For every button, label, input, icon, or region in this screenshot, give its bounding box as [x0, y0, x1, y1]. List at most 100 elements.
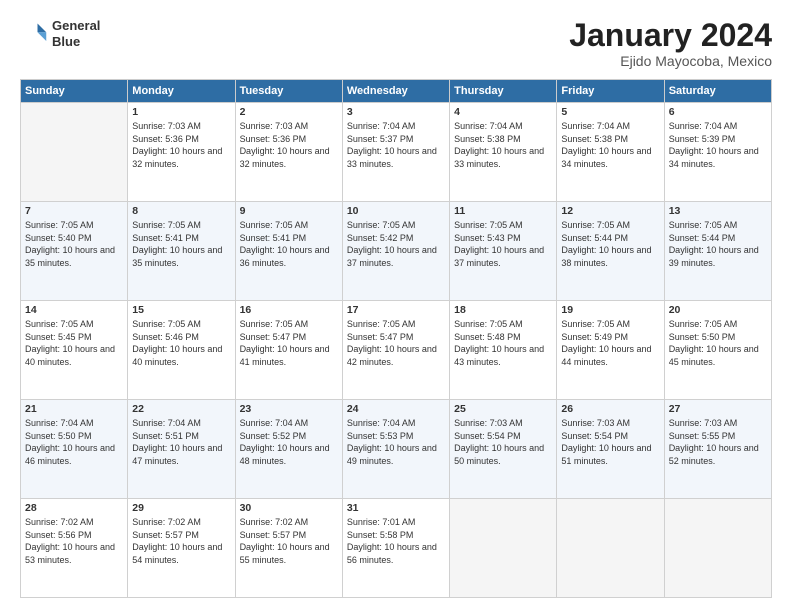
calendar-cell: 25 Sunrise: 7:03 AMSunset: 5:54 PMDayligh… [450, 400, 557, 499]
day-number: 24 [347, 403, 445, 415]
day-number: 10 [347, 205, 445, 217]
calendar-cell: 22 Sunrise: 7:04 AMSunset: 5:51 PMDayligh… [128, 400, 235, 499]
cell-info: Sunrise: 7:05 AMSunset: 5:41 PMDaylight:… [240, 219, 338, 269]
calendar-cell [664, 499, 771, 598]
cell-info: Sunrise: 7:05 AMSunset: 5:40 PMDaylight:… [25, 219, 123, 269]
calendar-cell: 9Sunrise: 7:05 AMSunset: 5:41 PMDaylight… [235, 202, 342, 301]
calendar-cell: 28 Sunrise: 7:02 AMSunset: 5:56 PMDayligh… [21, 499, 128, 598]
cell-info: Sunrise: 7:05 AMSunset: 5:45 PMDaylight:… [25, 318, 123, 368]
main-title: January 2024 [569, 18, 772, 53]
day-header-tuesday: Tuesday [235, 80, 342, 103]
cell-info: Sunrise: 7:03 AMSunset: 5:55 PMDaylight:… [669, 417, 767, 467]
day-number: 12 [561, 205, 659, 217]
cell-info: Sunrise: 7:05 AMSunset: 5:47 PMDaylight:… [347, 318, 445, 368]
day-number: 23 [240, 403, 338, 415]
day-number: 31 [347, 502, 445, 514]
cell-info: Sunrise: 7:02 AMSunset: 5:57 PMDaylight:… [240, 516, 338, 566]
cell-info: Sunrise: 7:04 AMSunset: 5:53 PMDaylight:… [347, 417, 445, 467]
calendar-table: SundayMondayTuesdayWednesdayThursdayFrid… [20, 79, 772, 598]
day-number: 11 [454, 205, 552, 217]
page: General Blue January 2024 Ejido Mayocoba… [0, 0, 792, 612]
day-number: 17 [347, 304, 445, 316]
calendar-cell: 23 Sunrise: 7:04 AMSunset: 5:52 PMDayligh… [235, 400, 342, 499]
week-row-2: 7 Sunrise: 7:05 AMSunset: 5:40 PMDaylight… [21, 202, 772, 301]
calendar-cell: 27 Sunrise: 7:03 AMSunset: 5:55 PMDayligh… [664, 400, 771, 499]
week-row-4: 21Sunrise: 7:04 AMSunset: 5:50 PMDayligh… [21, 400, 772, 499]
calendar-cell: 2Sunrise: 7:03 AMSunset: 5:36 PMDaylight… [235, 103, 342, 202]
cell-info: Sunrise: 7:02 AMSunset: 5:56 PMDaylight:… [25, 516, 123, 566]
calendar-cell: 5 Sunrise: 7:04 AMSunset: 5:38 PMDaylight… [557, 103, 664, 202]
day-number: 2 [240, 106, 338, 118]
header: General Blue January 2024 Ejido Mayocoba… [20, 18, 772, 69]
day-number: 14 [25, 304, 123, 316]
calendar-cell: 20Sunrise: 7:05 AMSunset: 5:50 PMDayligh… [664, 301, 771, 400]
week-row-5: 28 Sunrise: 7:02 AMSunset: 5:56 PMDayligh… [21, 499, 772, 598]
day-number: 5 [561, 106, 659, 118]
day-header-sunday: Sunday [21, 80, 128, 103]
calendar-cell: 19 Sunrise: 7:05 AMSunset: 5:49 PMDayligh… [557, 301, 664, 400]
calendar-cell: 18 Sunrise: 7:05 AMSunset: 5:48 PMDayligh… [450, 301, 557, 400]
cell-info: Sunrise: 7:05 AMSunset: 5:44 PMDaylight:… [561, 219, 659, 269]
week-row-3: 14 Sunrise: 7:05 AMSunset: 5:45 PMDayligh… [21, 301, 772, 400]
day-number: 6 [669, 106, 767, 118]
day-header-wednesday: Wednesday [342, 80, 449, 103]
cell-info: Sunrise: 7:04 AMSunset: 5:50 PMDaylight:… [25, 417, 123, 467]
calendar-cell: 3Sunrise: 7:04 AMSunset: 5:37 PMDaylight… [342, 103, 449, 202]
calendar-cell: 7 Sunrise: 7:05 AMSunset: 5:40 PMDaylight… [21, 202, 128, 301]
calendar-cell: 14 Sunrise: 7:05 AMSunset: 5:45 PMDayligh… [21, 301, 128, 400]
day-number: 22 [132, 403, 230, 415]
calendar-cell: 10 Sunrise: 7:05 AMSunset: 5:42 PMDayligh… [342, 202, 449, 301]
cell-info: Sunrise: 7:02 AMSunset: 5:57 PMDaylight:… [132, 516, 230, 566]
calendar-cell: 17 Sunrise: 7:05 AMSunset: 5:47 PMDayligh… [342, 301, 449, 400]
calendar-cell [450, 499, 557, 598]
day-number: 25 [454, 403, 552, 415]
day-number: 4 [454, 106, 552, 118]
header-row: SundayMondayTuesdayWednesdayThursdayFrid… [21, 80, 772, 103]
day-number: 27 [669, 403, 767, 415]
day-number: 15 [132, 304, 230, 316]
calendar-cell: 29 Sunrise: 7:02 AMSunset: 5:57 PMDayligh… [128, 499, 235, 598]
day-number: 28 [25, 502, 123, 514]
day-number: 30 [240, 502, 338, 514]
calendar-cell: 16Sunrise: 7:05 AMSunset: 5:47 PMDayligh… [235, 301, 342, 400]
day-number: 29 [132, 502, 230, 514]
cell-info: Sunrise: 7:04 AMSunset: 5:39 PMDaylight:… [669, 120, 767, 170]
calendar-cell: 15Sunrise: 7:05 AMSunset: 5:46 PMDayligh… [128, 301, 235, 400]
cell-info: Sunrise: 7:01 AMSunset: 5:58 PMDaylight:… [347, 516, 445, 566]
cell-info: Sunrise: 7:05 AMSunset: 5:48 PMDaylight:… [454, 318, 552, 368]
day-number: 18 [454, 304, 552, 316]
logo: General Blue [20, 18, 100, 49]
day-number: 8 [132, 205, 230, 217]
calendar-cell [557, 499, 664, 598]
calendar-cell: 12 Sunrise: 7:05 AMSunset: 5:44 PMDayligh… [557, 202, 664, 301]
cell-info: Sunrise: 7:04 AMSunset: 5:37 PMDaylight:… [347, 120, 445, 170]
cell-info: Sunrise: 7:04 AMSunset: 5:51 PMDaylight:… [132, 417, 230, 467]
day-header-friday: Friday [557, 80, 664, 103]
calendar-cell: 26Sunrise: 7:03 AMSunset: 5:54 PMDayligh… [557, 400, 664, 499]
cell-info: Sunrise: 7:04 AMSunset: 5:52 PMDaylight:… [240, 417, 338, 467]
cell-info: Sunrise: 7:03 AMSunset: 5:36 PMDaylight:… [132, 120, 230, 170]
cell-info: Sunrise: 7:05 AMSunset: 5:49 PMDaylight:… [561, 318, 659, 368]
day-header-monday: Monday [128, 80, 235, 103]
cell-info: Sunrise: 7:05 AMSunset: 5:42 PMDaylight:… [347, 219, 445, 269]
cell-info: Sunrise: 7:04 AMSunset: 5:38 PMDaylight:… [454, 120, 552, 170]
cell-info: Sunrise: 7:03 AMSunset: 5:54 PMDaylight:… [454, 417, 552, 467]
day-number: 7 [25, 205, 123, 217]
calendar-cell: 1 Sunrise: 7:03 AMSunset: 5:36 PMDaylight… [128, 103, 235, 202]
calendar-cell: 11 Sunrise: 7:05 AMSunset: 5:43 PMDayligh… [450, 202, 557, 301]
cell-info: Sunrise: 7:05 AMSunset: 5:43 PMDaylight:… [454, 219, 552, 269]
day-number: 26 [561, 403, 659, 415]
day-number: 19 [561, 304, 659, 316]
day-number: 20 [669, 304, 767, 316]
cell-info: Sunrise: 7:05 AMSunset: 5:44 PMDaylight:… [669, 219, 767, 269]
logo-icon [20, 20, 48, 48]
subtitle: Ejido Mayocoba, Mexico [569, 53, 772, 69]
calendar-cell: 8 Sunrise: 7:05 AMSunset: 5:41 PMDaylight… [128, 202, 235, 301]
logo-text: General Blue [52, 18, 100, 49]
day-number: 1 [132, 106, 230, 118]
day-number: 13 [669, 205, 767, 217]
cell-info: Sunrise: 7:05 AMSunset: 5:41 PMDaylight:… [132, 219, 230, 269]
cell-info: Sunrise: 7:04 AMSunset: 5:38 PMDaylight:… [561, 120, 659, 170]
week-row-1: 1 Sunrise: 7:03 AMSunset: 5:36 PMDaylight… [21, 103, 772, 202]
calendar-cell: 4 Sunrise: 7:04 AMSunset: 5:38 PMDaylight… [450, 103, 557, 202]
